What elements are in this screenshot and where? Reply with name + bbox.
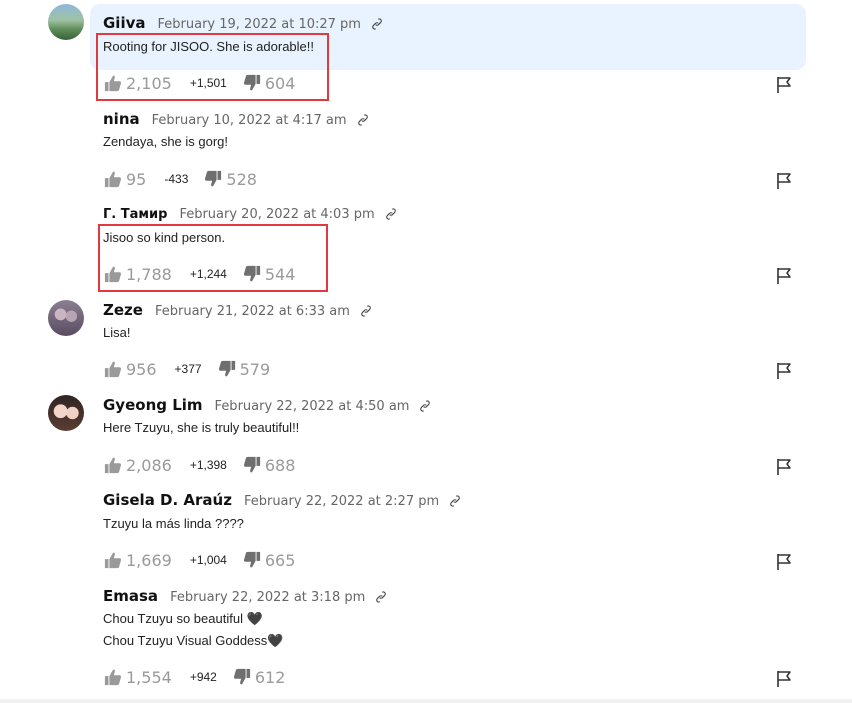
vote-bar: 95 -433 528	[104, 168, 257, 190]
link-icon[interactable]	[357, 114, 369, 126]
comment-text: Lisa!	[103, 325, 131, 340]
flag-icon[interactable]	[776, 458, 792, 476]
comment-text-line: Chou Tzuyu Visual Goddess🖤	[103, 633, 284, 648]
downvote-count: 688	[264, 455, 296, 475]
link-icon[interactable]	[360, 305, 372, 317]
annotation-box	[98, 224, 328, 292]
annotation-box	[96, 33, 329, 101]
link-icon[interactable]	[449, 495, 461, 507]
net-score: +942	[189, 670, 217, 684]
thumbs-up-icon[interactable]	[104, 668, 122, 686]
thumbs-up-icon[interactable]	[104, 456, 122, 474]
vote-bar: 2,086 +1,398 688	[104, 454, 295, 476]
vote-bar: 1,554 +942 612	[104, 666, 285, 688]
thumbs-up-icon[interactable]	[104, 360, 122, 378]
upvote-count: 95	[126, 169, 147, 189]
comment-header: Gyeong Lim February 22, 2022 at 4:50 am	[103, 396, 431, 416]
comment-date[interactable]: February 19, 2022 at 10:27 pm	[158, 17, 361, 32]
net-score: -433	[164, 172, 189, 186]
thumbs-down-icon[interactable]	[243, 551, 261, 569]
author-name[interactable]: Gisela D. Araúz	[103, 491, 232, 509]
flag-icon[interactable]	[776, 553, 792, 571]
author-name[interactable]: Emasa	[103, 587, 158, 605]
downvote-count: 579	[239, 359, 271, 379]
net-score: +1,398	[189, 458, 227, 472]
link-icon[interactable]	[419, 400, 431, 412]
comment-text: Tzuyu la más linda ????	[103, 516, 244, 531]
thumbs-down-icon[interactable]	[243, 456, 261, 474]
flag-icon[interactable]	[776, 362, 792, 380]
link-icon[interactable]	[371, 18, 383, 30]
flag-icon[interactable]	[776, 670, 792, 688]
link-icon[interactable]	[375, 591, 387, 603]
comment-header: Zeze February 21, 2022 at 6:33 am	[103, 301, 372, 321]
downvote-count: 665	[264, 550, 296, 570]
net-score: +377	[174, 362, 202, 376]
avatar[interactable]	[48, 300, 84, 336]
comment-date[interactable]: February 10, 2022 at 4:17 am	[152, 113, 347, 128]
thumbs-down-icon[interactable]	[233, 668, 251, 686]
upvote-count: 2,086	[126, 455, 172, 475]
comment-header: nina February 10, 2022 at 4:17 am	[103, 110, 369, 130]
divider	[0, 699, 852, 703]
upvote-count: 956	[126, 359, 157, 379]
vote-bar: 956 +377 579	[104, 358, 270, 380]
author-name[interactable]: Zeze	[103, 301, 143, 319]
comment-date[interactable]: February 22, 2022 at 4:50 am	[215, 399, 410, 414]
upvote-count: 1,554	[126, 667, 172, 687]
comment-header: Gisela D. Araúz February 22, 2022 at 2:2…	[103, 491, 461, 511]
comment-header: Giiva February 19, 2022 at 10:27 pm	[103, 14, 383, 34]
thumbs-up-icon[interactable]	[104, 551, 122, 569]
comment-text-line: Chou Tzuyu so beautiful 🖤	[103, 611, 263, 626]
comment-date[interactable]: February 20, 2022 at 4:03 pm	[179, 207, 374, 222]
flag-icon[interactable]	[776, 172, 792, 190]
author-name[interactable]: Giiva	[103, 14, 146, 32]
author-name[interactable]: Г. Тамир	[103, 207, 167, 222]
net-score: +1,004	[189, 553, 227, 567]
vote-bar: 1,669 +1,004 665	[104, 549, 295, 571]
comment-text: Zendaya, she is gorg!	[103, 134, 229, 149]
thumbs-up-icon[interactable]	[104, 170, 122, 188]
author-name[interactable]: nina	[103, 110, 140, 128]
comment-date[interactable]: February 22, 2022 at 3:18 pm	[170, 590, 365, 605]
avatar[interactable]	[48, 395, 84, 431]
comment-date[interactable]: February 21, 2022 at 6:33 am	[155, 304, 350, 319]
comment-header: Г. Тамир February 20, 2022 at 4:03 pm	[103, 206, 397, 226]
upvote-count: 1,669	[126, 550, 172, 570]
flag-icon[interactable]	[776, 76, 792, 94]
comment-header: Emasa February 22, 2022 at 3:18 pm	[103, 587, 387, 607]
downvote-count: 612	[254, 667, 286, 687]
comment-date[interactable]: February 22, 2022 at 2:27 pm	[244, 494, 439, 509]
downvote-count: 528	[226, 169, 257, 189]
avatar[interactable]	[48, 4, 84, 40]
link-icon[interactable]	[385, 208, 397, 220]
thumbs-down-icon[interactable]	[218, 360, 236, 378]
author-name[interactable]: Gyeong Lim	[103, 396, 203, 414]
flag-icon[interactable]	[776, 267, 792, 285]
thumbs-down-icon[interactable]	[204, 170, 222, 188]
comment-text: Here Tzuyu, she is truly beautiful!!	[103, 420, 300, 435]
